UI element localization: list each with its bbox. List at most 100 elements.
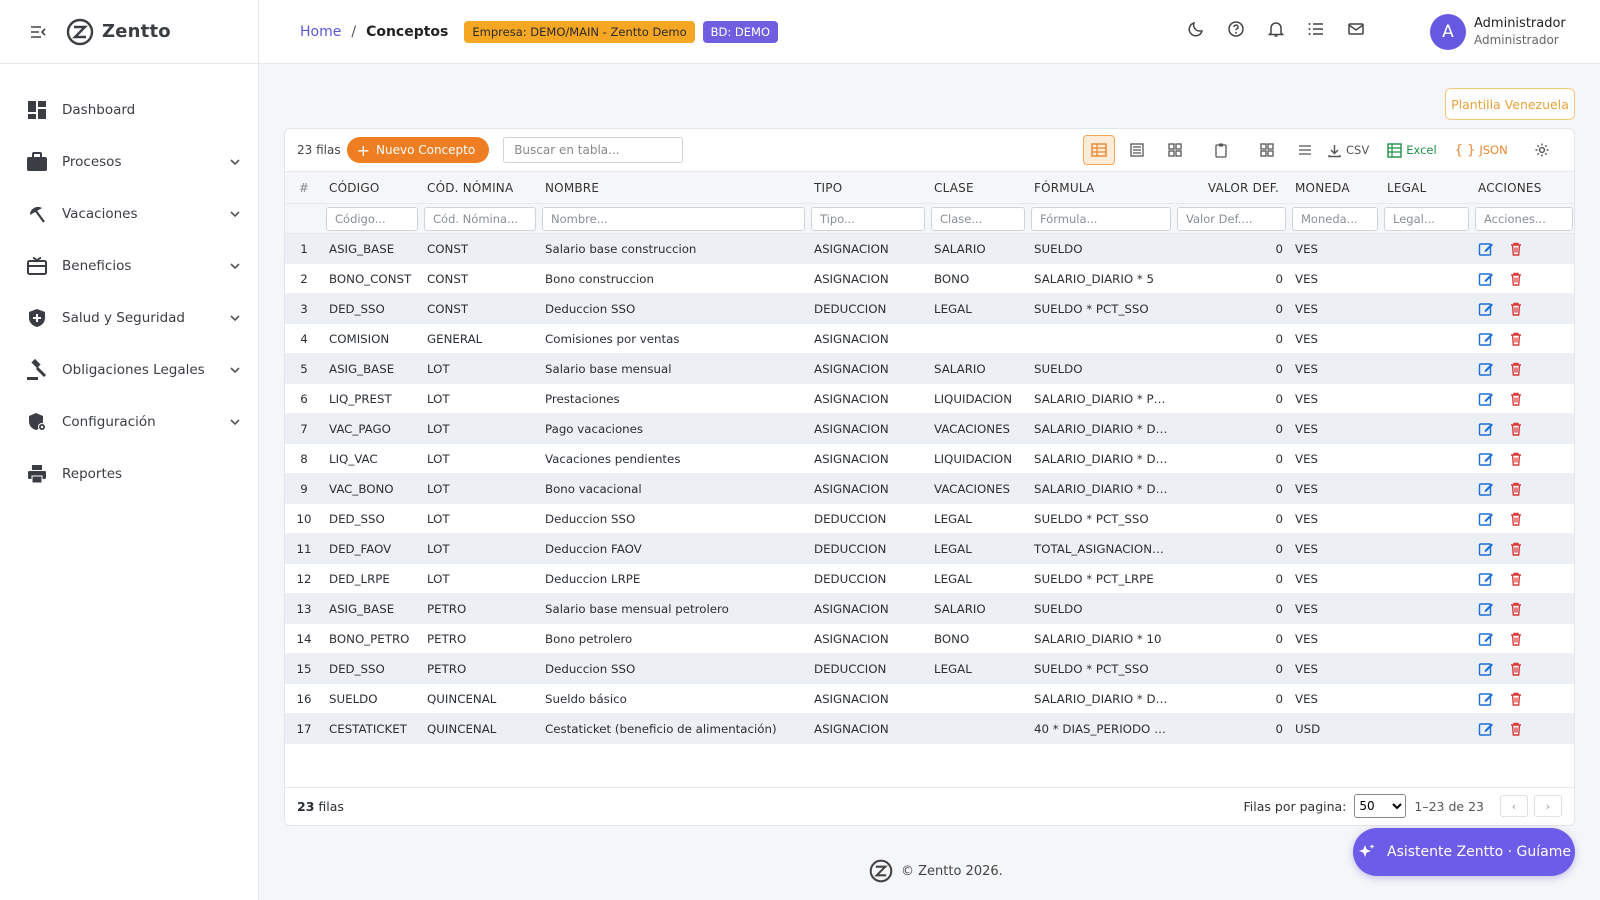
table-row[interactable]: 6 LIQ_PREST LOT Prestaciones ASIGNACION LIQUI… <box>285 383 1574 414</box>
clipboard-button[interactable] <box>1205 135 1237 165</box>
table-row[interactable]: 4 COMISION GENERAL Comisiones por ventas ASI… <box>285 323 1574 354</box>
table-row[interactable]: 13 ASIG_BASE PETRO Salario base mensual pet… <box>285 593 1574 624</box>
dark-mode-icon[interactable] <box>1187 20 1205 38</box>
column-header[interactable]: TIPO <box>808 171 928 204</box>
filter-input-formula[interactable] <box>1031 206 1171 231</box>
column-header[interactable]: ACCIONES <box>1472 171 1574 204</box>
help-icon[interactable] <box>1227 20 1245 38</box>
table-row[interactable]: 1 ASIG_BASE CONST Salario base construccion… <box>285 233 1574 264</box>
filter-input-tipo[interactable] <box>811 206 925 231</box>
delete-icon[interactable] <box>1508 301 1524 317</box>
sidebar-item-beneficios[interactable]: Beneficios <box>0 240 258 292</box>
delete-icon[interactable] <box>1508 241 1524 257</box>
sidebar-item-vacaciones[interactable]: Vacaciones <box>0 188 258 240</box>
column-header[interactable]: CLASE <box>928 171 1028 204</box>
edit-icon[interactable] <box>1478 691 1494 707</box>
delete-icon[interactable] <box>1508 421 1524 437</box>
sidebar-item-configuracion[interactable]: Configuración <box>0 396 258 448</box>
database-badge[interactable]: BD: DEMO <box>702 20 778 43</box>
export-csv-button[interactable]: CSV <box>1327 143 1369 158</box>
sidebar-item-procesos[interactable]: Procesos <box>0 136 258 188</box>
delete-icon[interactable] <box>1508 391 1524 407</box>
edit-icon[interactable] <box>1478 331 1494 347</box>
table-scroll-area[interactable]: # CÓDIGO CÓD. NÓMINA NOMBRE TIPO CLASE F… <box>285 171 1574 748</box>
table-row[interactable]: 8 LIQ_VAC LOT Vacaciones pendientes ASIGNACI… <box>285 443 1574 474</box>
delete-icon[interactable] <box>1508 541 1524 557</box>
edit-icon[interactable] <box>1478 391 1494 407</box>
user-menu[interactable]: A Administrador Administrador <box>1430 14 1566 50</box>
edit-icon[interactable] <box>1478 421 1494 437</box>
edit-icon[interactable] <box>1478 481 1494 497</box>
filter-input-codigo[interactable] <box>326 206 418 231</box>
table-row[interactable]: 7 VAC_PAGO LOT Pago vacaciones ASIGNACION VAC… <box>285 413 1574 444</box>
edit-icon[interactable] <box>1478 451 1494 467</box>
sidebar-item-obligaciones[interactable]: Obligaciones Legales <box>0 344 258 396</box>
delete-icon[interactable] <box>1508 361 1524 377</box>
edit-icon[interactable] <box>1478 601 1494 617</box>
filter-input-clase[interactable] <box>931 206 1025 231</box>
filter-input-acciones[interactable] <box>1475 206 1573 231</box>
column-header[interactable]: FÓRMULA <box>1028 171 1174 204</box>
next-page-button[interactable]: › <box>1534 795 1562 817</box>
edit-icon[interactable] <box>1478 631 1494 647</box>
table-row[interactable]: 2 BONO_CONST CONST Bono construccion ASIGNAC… <box>285 263 1574 294</box>
table-row[interactable]: 3 DED_SSO CONST Deduccion SSO DEDUCCION LEGAL… <box>285 293 1574 324</box>
menu-collapse-icon[interactable] <box>28 22 48 42</box>
delete-icon[interactable] <box>1508 631 1524 647</box>
sidebar-item-dashboard[interactable]: Dashboard <box>0 84 258 136</box>
column-header[interactable]: # <box>285 171 323 204</box>
table-row[interactable]: 11 DED_FAOV LOT Deduccion FAOV DEDUCCION LEGA… <box>285 533 1574 564</box>
table-row[interactable]: 14 BONO_PETRO PETRO Bono petrolero ASIGNACIO… <box>285 623 1574 654</box>
delete-icon[interactable] <box>1508 331 1524 347</box>
sidebar-item-reportes[interactable]: Reportes <box>0 448 258 500</box>
density-button[interactable] <box>1289 135 1321 165</box>
delete-icon[interactable] <box>1508 451 1524 467</box>
table-row[interactable]: 9 VAC_BONO LOT Bono vacacional ASIGNACION VAC… <box>285 473 1574 504</box>
delete-icon[interactable] <box>1508 601 1524 617</box>
filter-input-nombre[interactable] <box>542 206 805 231</box>
column-header[interactable]: CÓDIGO <box>323 171 421 204</box>
prev-page-button[interactable]: ‹ <box>1500 795 1528 817</box>
delete-icon[interactable] <box>1508 661 1524 677</box>
edit-icon[interactable] <box>1478 571 1494 587</box>
task-list-icon[interactable] <box>1307 20 1325 38</box>
new-concept-button[interactable]: + Nuevo Concepto <box>346 137 490 163</box>
notifications-icon[interactable] <box>1267 20 1285 38</box>
edit-icon[interactable] <box>1478 511 1494 527</box>
table-row[interactable]: 12 DED_LRPE LOT Deduccion LRPE DEDUCCION LEGA… <box>285 563 1574 594</box>
edit-icon[interactable] <box>1478 241 1494 257</box>
column-header[interactable]: VALOR DEF. <box>1174 171 1289 204</box>
breadcrumb-home-link[interactable]: Home <box>300 24 341 40</box>
table-row[interactable]: 15 DED_SSO PETRO Deduccion SSO DEDUCCION LEGA… <box>285 653 1574 684</box>
table-row[interactable]: 10 DED_SSO LOT Deduccion SSO DEDUCCION LEGAL S… <box>285 503 1574 534</box>
edit-icon[interactable] <box>1478 301 1494 317</box>
delete-icon[interactable] <box>1508 571 1524 587</box>
table-row[interactable]: 17 CESTATICKET QUINCENAL Cestaticket (benef… <box>285 713 1574 744</box>
assistant-button[interactable]: Asistente Zentto · Guíame <box>1353 828 1575 876</box>
edit-icon[interactable] <box>1478 361 1494 377</box>
column-header[interactable]: MONEDA <box>1289 171 1381 204</box>
edit-icon[interactable] <box>1478 661 1494 677</box>
edit-icon[interactable] <box>1478 541 1494 557</box>
column-header[interactable]: NOMBRE <box>539 171 808 204</box>
grid-view-button[interactable] <box>1159 135 1191 165</box>
column-header[interactable]: LEGAL <box>1381 171 1472 204</box>
table-search-input[interactable] <box>503 137 684 163</box>
columns-button[interactable] <box>1251 135 1283 165</box>
list-view-button[interactable] <box>1121 135 1153 165</box>
empresa-badge[interactable]: Empresa: DEMO/MAIN - Zentto Demo <box>464 20 695 43</box>
filter-input-moneda[interactable] <box>1292 206 1378 231</box>
table-view-button[interactable] <box>1083 135 1115 165</box>
filter-input-valor-def[interactable] <box>1177 206 1286 231</box>
table-row[interactable]: 16 SUELDO QUINCENAL Sueldo básico ASIGNACION… <box>285 683 1574 714</box>
delete-icon[interactable] <box>1508 511 1524 527</box>
filter-input-legal[interactable] <box>1384 206 1469 231</box>
edit-icon[interactable] <box>1478 721 1494 737</box>
column-header[interactable]: CÓD. NÓMINA <box>421 171 539 204</box>
table-settings-button[interactable] <box>1526 135 1558 165</box>
export-json-button[interactable]: { } JSON <box>1455 143 1508 158</box>
export-excel-button[interactable]: Excel <box>1387 142 1437 158</box>
delete-icon[interactable] <box>1508 481 1524 497</box>
filter-input-cod-nomina[interactable] <box>424 206 536 231</box>
table-row[interactable]: 5 ASIG_BASE LOT Salario base mensual ASIGNAC… <box>285 353 1574 384</box>
